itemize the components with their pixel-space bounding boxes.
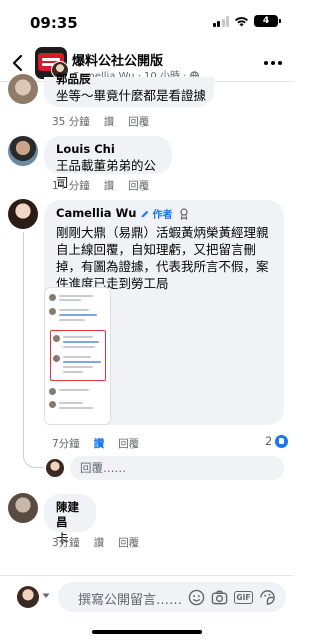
commenter-avatar[interactable] (8, 493, 38, 523)
chevron-down-icon[interactable] (42, 593, 50, 599)
home-indicator (92, 630, 202, 634)
like-button[interactable]: 讚 (94, 535, 105, 550)
emoji-icon[interactable] (188, 589, 205, 606)
author-badge: 作者 (140, 206, 172, 221)
reply-button[interactable]: 回覆 (118, 436, 139, 451)
comment-time: 35 分鐘 (52, 116, 90, 128)
status-icons: 4 (212, 15, 281, 27)
reply-button[interactable]: 回覆 (128, 114, 149, 129)
author-badge-label: 作者 (152, 210, 173, 221)
camera-icon[interactable] (211, 589, 228, 606)
like-button[interactable]: 讚 (104, 178, 115, 193)
reply-avatar (46, 459, 64, 477)
comment-text: 坐等～畢竟什麼都是看證據 (56, 88, 207, 103)
status-bar: 09:35 4 (0, 0, 294, 44)
ribbon-icon (180, 207, 189, 220)
pencil-icon (141, 210, 149, 217)
commenter-avatar[interactable] (8, 136, 38, 166)
comment-actions: 14 分鐘 讚 回覆 (52, 178, 149, 193)
like-reaction-icon (275, 434, 289, 448)
reply-input[interactable]: 回覆…… (70, 456, 284, 480)
wifi-icon (235, 16, 248, 26)
comment-actions: 35 分鐘 讚 回覆 (52, 114, 149, 129)
back-arrow-icon[interactable] (10, 53, 26, 73)
more-options-icon[interactable] (264, 61, 282, 65)
like-button[interactable]: 讚 (94, 436, 105, 451)
comment-actions: 7分鐘 讚 回覆 (52, 436, 139, 451)
signal-icon (212, 15, 229, 27)
status-time: 09:35 (30, 14, 78, 32)
comment-time: 3分鐘 (52, 537, 80, 549)
comment-actions: 3分鐘 讚 回覆 (52, 535, 139, 550)
comment-input[interactable]: 撰寫公開留言…… GIF (58, 582, 286, 612)
reaction-count: 2 (265, 434, 273, 448)
reply-button[interactable]: 回覆 (118, 535, 139, 550)
composer-tools: GIF (188, 589, 276, 606)
comment-bubble: Louis Chi 王品載董弟弟的公司 (44, 136, 172, 190)
comment-image-screenshot[interactable] (44, 287, 111, 425)
sticker-icon[interactable] (259, 589, 276, 606)
commenter-avatar[interactable] (8, 74, 38, 104)
comment-author[interactable]: Camellia Wu (56, 206, 136, 221)
battery-icon: 4 (254, 15, 281, 27)
reply-button[interactable]: 回覆 (128, 178, 149, 193)
reaction-summary[interactable]: 2 (265, 434, 289, 448)
comment-time: 7分鐘 (52, 438, 80, 450)
comment-time: 14 分鐘 (52, 180, 90, 192)
comment-author[interactable]: Louis Chi (56, 142, 160, 157)
comment-text: 剛剛大鼎（易鼎）活蝦黃炳榮黃經理親自上線回覆，自知理虧，又把留言刪掉，有圖為證據… (56, 225, 269, 291)
reply-thread-line (23, 232, 43, 468)
like-button[interactable]: 讚 (104, 114, 115, 129)
commenter-avatar[interactable] (8, 199, 38, 229)
comment-input-placeholder: 撰寫公開留言…… (78, 593, 183, 608)
composer-avatar[interactable] (17, 586, 39, 608)
comment-bubble: 陳建昌 卡 (44, 494, 96, 546)
comment-author[interactable]: 陳建昌 (56, 500, 84, 530)
comment-bubble: 郭品辰 坐等～畢竟什麼都是看證據 (44, 72, 214, 107)
comment-author[interactable]: 郭品辰 (56, 71, 91, 87)
gif-icon[interactable]: GIF (233, 591, 253, 604)
